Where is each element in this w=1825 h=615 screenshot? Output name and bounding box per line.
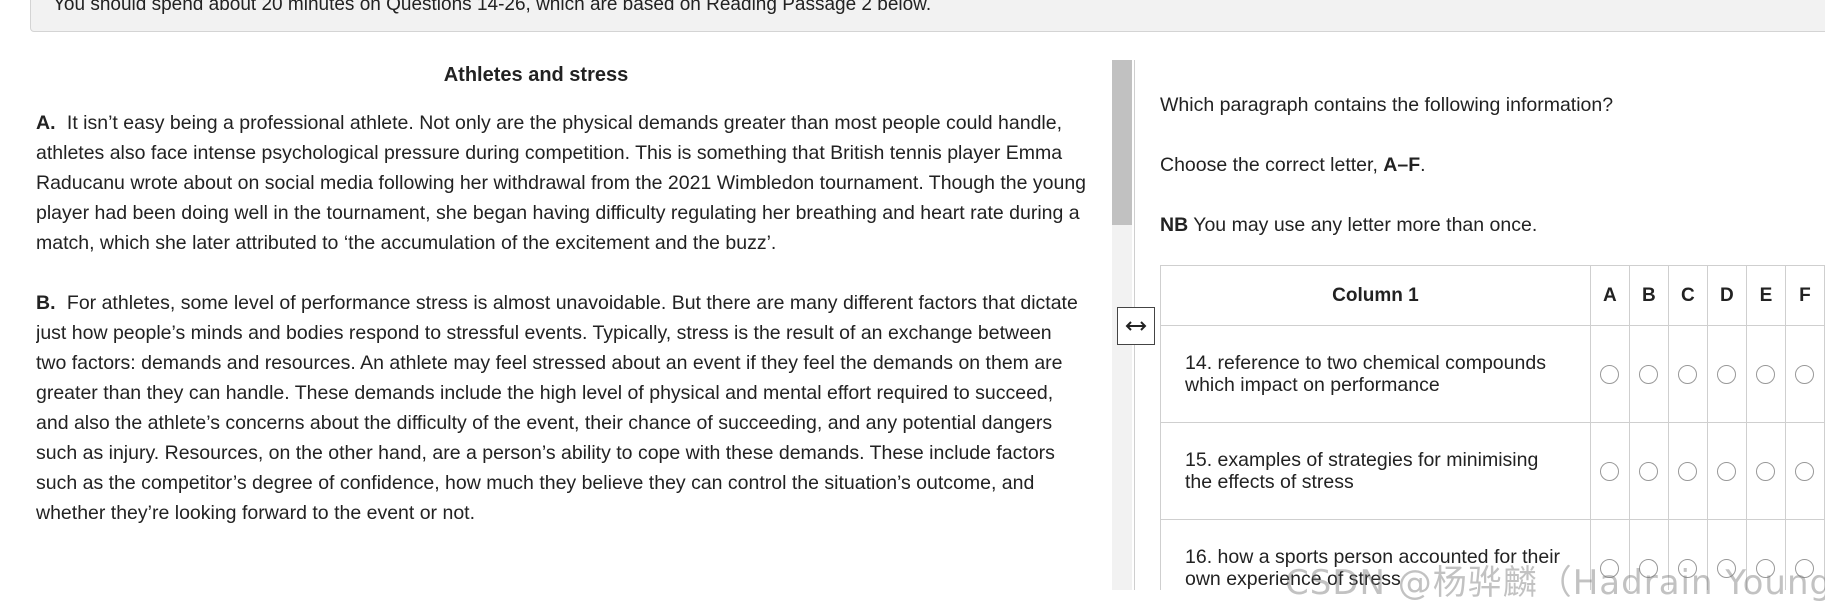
question-15: 15. examples of strategies for minimisin… — [1160, 422, 1591, 520]
paragraph-text: For athletes, some level of performance … — [36, 292, 1078, 524]
paragraph-a: A. It isn’t easy being a professional at… — [36, 108, 1086, 258]
paragraph-letter: A. — [36, 112, 56, 134]
nb-text: You may use any letter more than once. — [1193, 214, 1538, 236]
radio-q15-e[interactable] — [1756, 461, 1776, 481]
radio-q14-e[interactable] — [1756, 364, 1776, 384]
letter-header: D — [1706, 265, 1747, 326]
letter-header: C — [1667, 265, 1708, 326]
table-row: 14. reference to two chemical compounds … — [1160, 325, 1825, 423]
passage-title: Athletes and stress — [443, 64, 629, 86]
question-14: 14. reference to two chemical compounds … — [1160, 325, 1591, 423]
matching-table: Column 1 A B C D E F 14. reference to tw… — [1160, 265, 1825, 590]
column1-header: Column 1 — [1160, 265, 1591, 326]
radio-q14-f[interactable] — [1795, 364, 1815, 384]
paragraph-text: It isn’t easy being a professional athle… — [36, 112, 1086, 254]
choose-letter-instruction: Choose the correct letter, A–F. — [1160, 153, 1825, 177]
radio-q15-a[interactable] — [1600, 461, 1620, 481]
questions-pane: Which paragraph contains the following i… — [1160, 60, 1825, 590]
radio-q15-b[interactable] — [1639, 461, 1659, 481]
choose-prefix: Choose the correct letter, — [1160, 154, 1378, 176]
passage-scrollbar-thumb[interactable] — [1112, 60, 1132, 225]
nb-label: NB — [1160, 214, 1189, 236]
table-header-row: Column 1 A B C D E F — [1160, 265, 1825, 326]
letter-header: B — [1628, 265, 1669, 326]
letter-range: A–F — [1383, 154, 1421, 176]
passage-pane: Athletes and stress A. It isn’t easy bei… — [36, 60, 1086, 615]
instruction-bar: You should spend about 20 minutes on Que… — [30, 0, 1825, 32]
radio-q14-d[interactable] — [1717, 364, 1737, 384]
radio-q15-f[interactable] — [1795, 461, 1815, 481]
question-instruction: Which paragraph contains the following i… — [1160, 94, 1614, 116]
horizontal-resize-icon — [1125, 321, 1147, 331]
watermark: CSDN @杨骅麟（Hadrain Young） — [1285, 563, 1825, 603]
radio-q14-c[interactable] — [1678, 364, 1698, 384]
letter-header: E — [1745, 265, 1786, 326]
radio-q14-b[interactable] — [1639, 364, 1659, 384]
nb-note: NB You may use any letter more than once… — [1160, 213, 1825, 237]
pane-resize-button[interactable] — [1117, 307, 1155, 345]
radio-q15-d[interactable] — [1717, 461, 1737, 481]
paragraph-b: B. For athletes, some level of performan… — [36, 288, 1086, 528]
radio-q15-c[interactable] — [1678, 461, 1698, 481]
paragraph-letter: B. — [36, 292, 56, 314]
letter-header: A — [1589, 265, 1630, 326]
letter-header: F — [1784, 265, 1825, 326]
table-row: 15. examples of strategies for minimisin… — [1160, 422, 1825, 520]
radio-q14-a[interactable] — [1600, 364, 1620, 384]
choose-suffix: . — [1420, 154, 1426, 176]
